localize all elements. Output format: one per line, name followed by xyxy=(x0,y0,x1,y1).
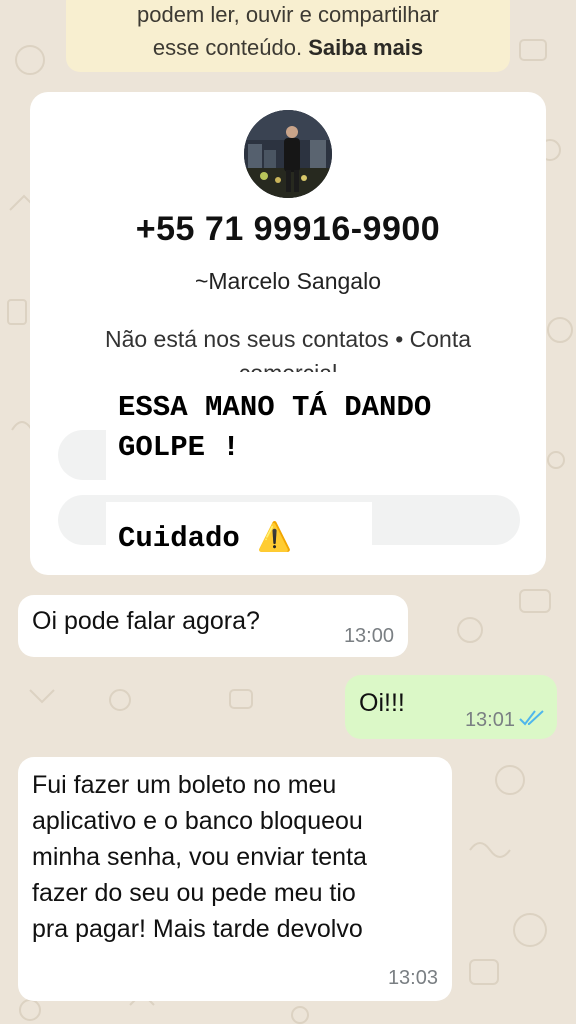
encryption-notice-text: esse conteúdo. xyxy=(152,35,303,60)
encryption-notice: podem ler, ouvir e compartilhar esse con… xyxy=(66,0,510,72)
message-text-line: fazer do seu ou pede meu tio xyxy=(32,879,356,907)
contact-phone-number: +55 71 99916-9900 xyxy=(135,210,441,248)
learn-more-link[interactable]: Saiba mais xyxy=(308,35,423,60)
message-time: 13:00 xyxy=(343,625,394,647)
message-text-line: minha senha, vou enviar tenta xyxy=(32,843,367,871)
message-text-line: aplicativo e o banco bloqueou xyxy=(32,807,363,835)
contact-avatar[interactable] xyxy=(244,110,332,198)
contact-status-text: Não está nos seus contatos • Conta comer… xyxy=(50,322,526,372)
read-double-check-icon xyxy=(519,710,544,726)
message-text-line: Fui fazer um boleto no meu xyxy=(32,771,337,799)
message-text: Fui fazer um boleto no meu aplicativo e … xyxy=(32,767,442,947)
message-time: 13:03 xyxy=(387,967,438,989)
caution-caption-text: Cuidado xyxy=(118,522,240,555)
message-text-line: pra pagar! Mais tarde devolvo xyxy=(32,915,363,943)
encryption-notice-line1: podem ler, ouvir e compartilhar xyxy=(136,2,440,27)
encryption-notice-line2: esse conteúdo. Saiba mais xyxy=(66,31,510,64)
message-time: 13:01 xyxy=(464,709,515,731)
contact-status-line2: comercial xyxy=(50,356,526,372)
incoming-message[interactable]: Fui fazer um boleto no meu aplicativo e … xyxy=(18,757,452,1001)
message-text: Oi pode falar agora? xyxy=(32,607,260,635)
caution-caption: Cuidado ⚠️ xyxy=(106,502,372,572)
warning-caption-line2: GOLPE ! xyxy=(118,431,240,464)
avatar-photo xyxy=(244,110,332,198)
incoming-message[interactable]: Oi pode falar agora? 13:00 xyxy=(18,595,408,657)
warning-sign-icon: ⚠️ xyxy=(257,520,293,553)
message-text: Oi!!! xyxy=(359,689,405,717)
contact-push-name: ~Marcelo Sangalo xyxy=(194,268,382,294)
warning-caption: ESSA MANO TÁ DANDO GOLPE ! xyxy=(106,374,540,484)
warning-caption-line1: ESSA MANO TÁ DANDO xyxy=(118,391,432,424)
outgoing-message[interactable]: Oi!!! 13:01 xyxy=(345,675,557,739)
contact-status-line1: Não está nos seus contatos • Conta xyxy=(104,326,472,352)
